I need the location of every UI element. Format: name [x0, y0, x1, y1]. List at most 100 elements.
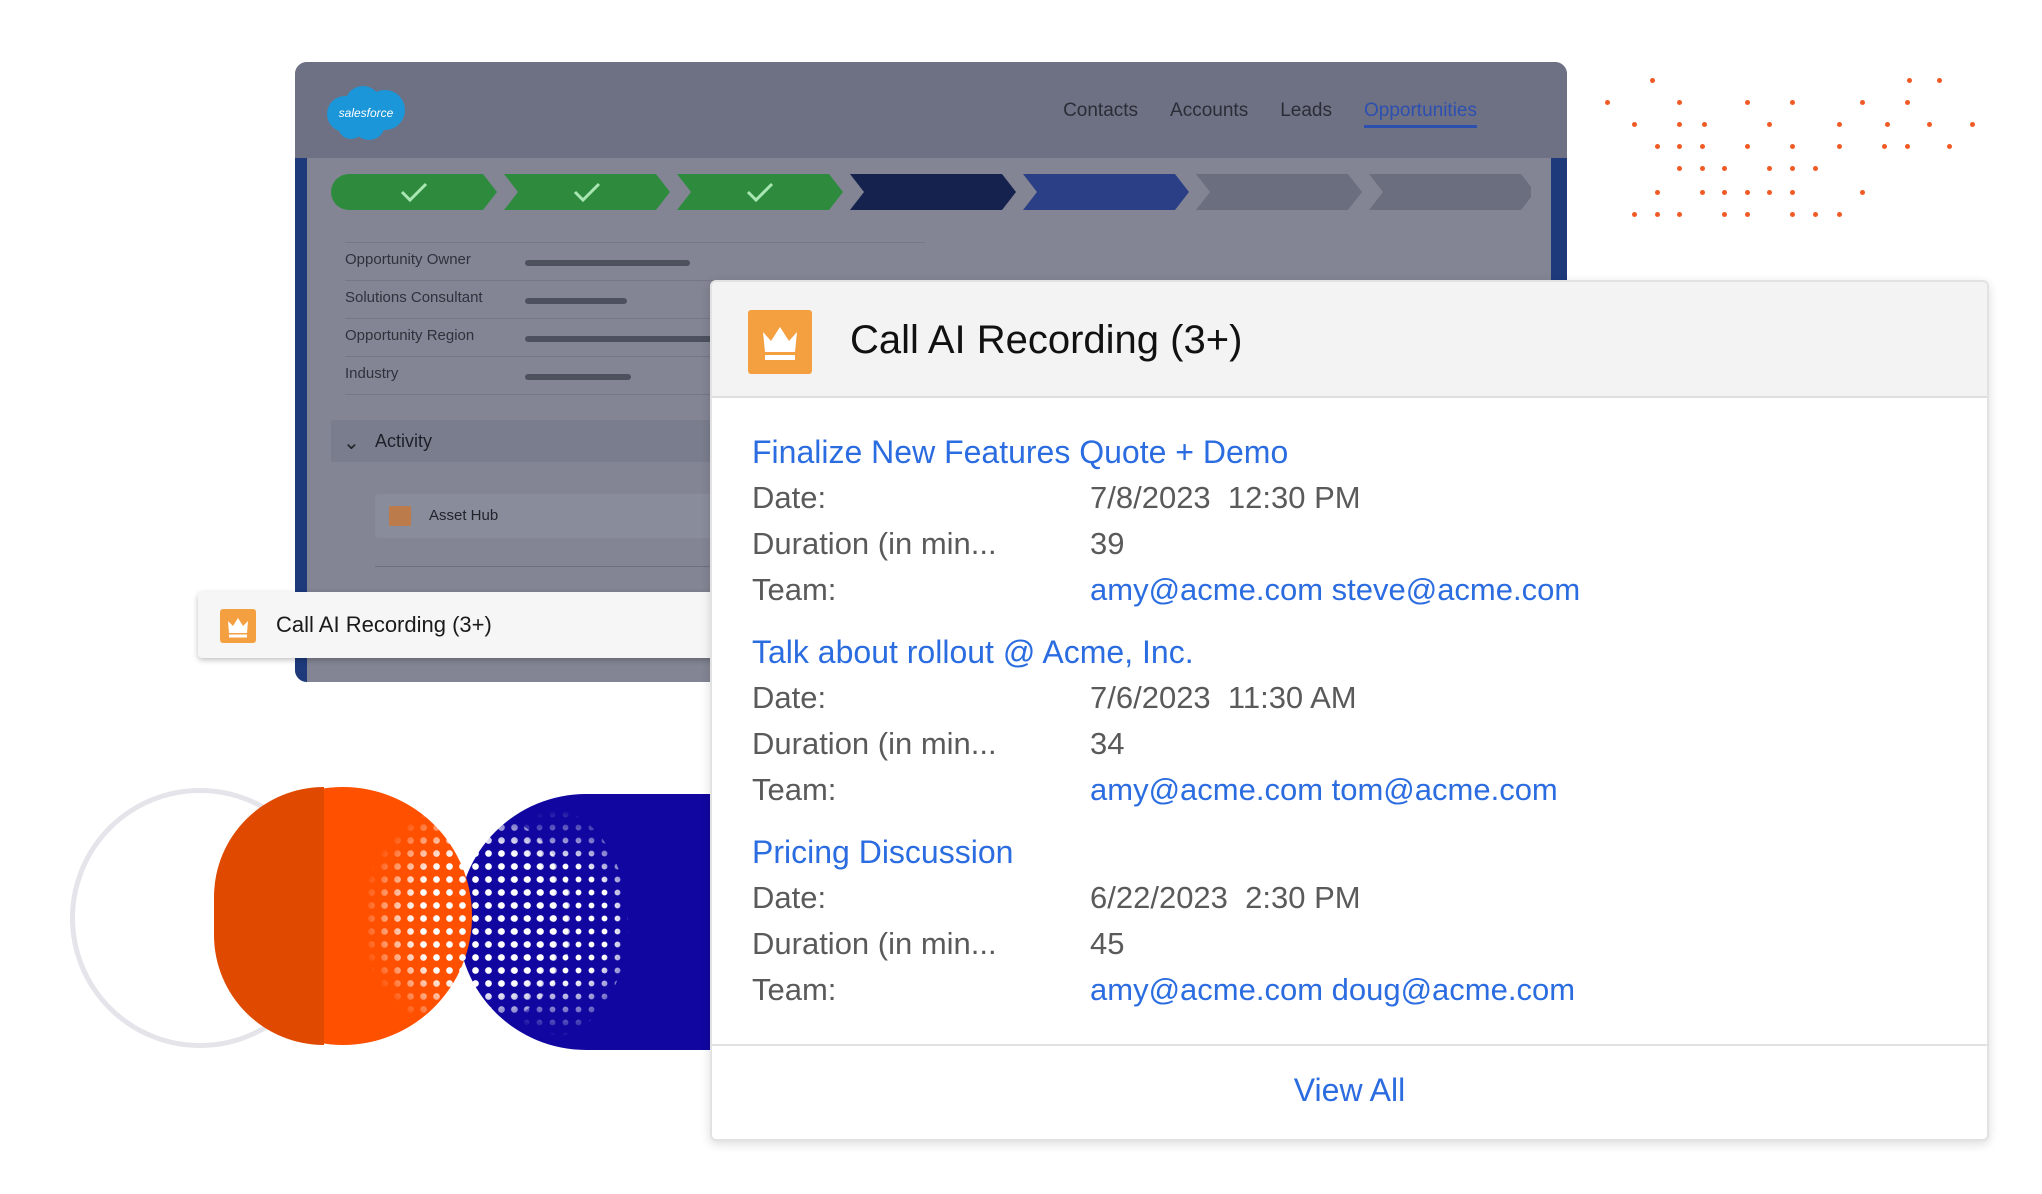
duration-label: Duration (in min... [752, 526, 997, 561]
decorative-dot [1927, 122, 1932, 127]
decorative-dot [1745, 212, 1750, 217]
decorative-dot [1632, 212, 1637, 217]
date-label: Date: [752, 680, 827, 715]
team-label: Team: [752, 972, 837, 1007]
nav-leads[interactable]: Leads [1280, 100, 1332, 128]
decorative-dot [1837, 122, 1842, 127]
field-value-placeholder [525, 260, 690, 266]
card-header: Call AI Recording (3+) [712, 282, 1987, 398]
team-label: Team: [752, 572, 837, 607]
crown-icon [748, 310, 812, 374]
card-footer: View All [712, 1044, 1987, 1139]
record-title-link[interactable]: Pricing Discussion [752, 834, 1013, 871]
decorative-dot [1970, 122, 1975, 127]
card-title: Call AI Recording (3+) [850, 318, 1243, 362]
decorative-dot [1677, 122, 1682, 127]
field-label: Solutions Consultant [345, 289, 483, 306]
field-label: Opportunity Owner [345, 251, 471, 268]
decorative-dot [1767, 122, 1772, 127]
decorative-dot [1860, 100, 1865, 105]
date-value: 6/22/2023 2:30 PM [1090, 880, 1361, 915]
nav-contacts[interactable]: Contacts [1063, 100, 1138, 128]
decorative-dot [1790, 190, 1795, 195]
decorative-dot [1655, 190, 1660, 195]
path-step[interactable] [1369, 174, 1531, 210]
duration-value: 34 [1090, 726, 1125, 761]
decorative-dot [1702, 122, 1707, 127]
decorative-dot [1790, 212, 1795, 217]
field-label: Opportunity Region [345, 327, 475, 344]
decorative-dot [1882, 144, 1887, 149]
path-step[interactable] [1023, 174, 1189, 210]
right-accent-bar [1551, 158, 1567, 282]
decorative-dot [1837, 144, 1842, 149]
decorative-halftone [352, 808, 574, 1030]
record-title-link[interactable]: Talk about rollout @ Acme, Inc. [752, 634, 1194, 671]
decorative-dot [1632, 122, 1637, 127]
decorative-dot [1813, 212, 1818, 217]
date-value: 7/6/2023 11:30 AM [1090, 680, 1357, 715]
decorative-dot [1745, 190, 1750, 195]
salesforce-logo-icon: salesforce [327, 86, 405, 140]
field-label: Industry [345, 365, 399, 382]
date-value: 7/8/2023 12:30 PM [1090, 480, 1361, 515]
path-step[interactable] [677, 174, 843, 210]
date-label: Date: [752, 880, 827, 915]
path-step[interactable] [504, 174, 670, 210]
decorative-dot [1677, 144, 1682, 149]
path-step[interactable] [1196, 174, 1362, 210]
decorative-dot [1700, 166, 1705, 171]
decorative-dot [1655, 144, 1660, 149]
salesforce-logo-text: salesforce [339, 106, 394, 120]
record-title-link[interactable]: Finalize New Features Quote + Demo [752, 434, 1288, 471]
team-value-links[interactable]: amy@acme.com doug@acme.com [1090, 972, 1575, 1008]
team-value-links[interactable]: amy@acme.com tom@acme.com [1090, 772, 1558, 808]
duration-value: 39 [1090, 526, 1125, 561]
decorative-dot [1677, 212, 1682, 217]
duration-value: 45 [1090, 926, 1125, 961]
field-value-placeholder [525, 298, 627, 304]
decorative-dot [1767, 166, 1772, 171]
chevron-down-icon: ⌄ [343, 432, 360, 454]
small-card-title: Call AI Recording (3+) [276, 612, 492, 637]
call-ai-recording-tab[interactable]: Call AI Recording (3+) [198, 592, 718, 658]
path-step[interactable] [331, 174, 497, 210]
activity-label: Activity [375, 431, 433, 451]
decorative-dot [1605, 100, 1610, 105]
crown-icon [220, 609, 256, 643]
decorative-dot [1677, 100, 1682, 105]
decorative-dot [1655, 212, 1660, 217]
decorative-dot [1907, 78, 1912, 83]
opportunity-path [331, 174, 1531, 210]
decorative-dot [1947, 144, 1952, 149]
decorative-dot [1722, 166, 1727, 171]
salesforce-nav: Contacts Accounts Leads Opportunities [1063, 100, 1477, 128]
path-step[interactable] [850, 174, 1016, 210]
decorative-dot [1905, 144, 1910, 149]
field-value-placeholder [525, 336, 715, 342]
decorative-dot [1722, 190, 1727, 195]
date-label: Date: [752, 480, 827, 515]
decorative-dot [1837, 212, 1842, 217]
nav-accounts[interactable]: Accounts [1170, 100, 1248, 128]
decorative-dot [1722, 212, 1727, 217]
team-label: Team: [752, 772, 837, 807]
decorative-dot [1745, 144, 1750, 149]
decorative-dot [1650, 78, 1655, 83]
decorative-dot [1860, 190, 1865, 195]
decorative-dot [1813, 166, 1818, 171]
decorative-dot [1937, 78, 1942, 83]
salesforce-header: salesforce Contacts Accounts Leads Oppor… [295, 62, 1567, 158]
crown-icon [389, 506, 411, 526]
field-opportunity-owner: Opportunity Owner [345, 242, 925, 280]
nav-opportunities[interactable]: Opportunities [1363, 100, 1477, 128]
decorative-dot [1790, 166, 1795, 171]
team-value-links[interactable]: amy@acme.com steve@acme.com [1090, 572, 1580, 608]
decorative-dot [1700, 190, 1705, 195]
view-all-link[interactable]: View All [712, 1072, 1987, 1109]
decorative-dot [1790, 100, 1795, 105]
duration-label: Duration (in min... [752, 926, 997, 961]
decorative-dot [1790, 144, 1795, 149]
decorative-dot [1700, 144, 1705, 149]
decorative-dot [1677, 166, 1682, 171]
